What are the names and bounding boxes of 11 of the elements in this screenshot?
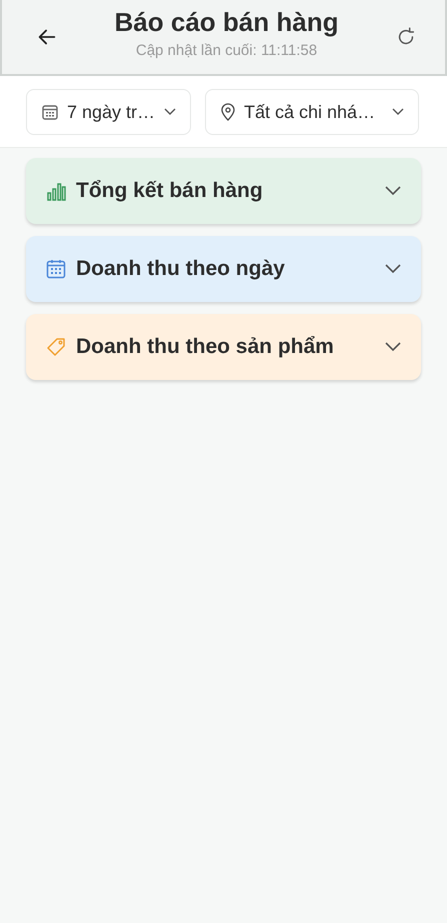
page-title: Báo cáo bán hàng bbox=[114, 7, 338, 38]
report-section-header[interactable]: Doanh thu theo ngày bbox=[26, 236, 421, 302]
report-section-header[interactable]: Doanh thu theo sản phẩm bbox=[26, 314, 421, 380]
report-section-header[interactable]: Tổng kết bán hàng bbox=[26, 158, 421, 224]
chevron-down-icon bbox=[164, 108, 176, 116]
chevron-down-icon bbox=[392, 108, 404, 116]
calendar-icon bbox=[41, 103, 59, 121]
last-updated-text: Cập nhật lần cuối: 11:11:58 bbox=[136, 42, 318, 59]
filter-dropdown[interactable]: Tất cả chi nhá… bbox=[205, 89, 419, 135]
filter-dropdown[interactable]: 7 ngày tr… bbox=[26, 89, 191, 135]
location-pin-icon bbox=[220, 103, 236, 121]
